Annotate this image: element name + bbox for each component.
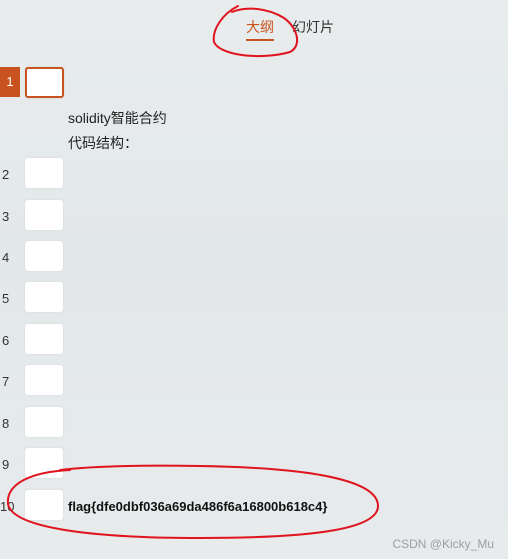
slide-thumbnail[interactable] (25, 200, 63, 230)
tab-outline[interactable]: 大纲 (246, 17, 274, 41)
slide-thumbnail[interactable] (25, 67, 64, 98)
slide-number: 4 (2, 250, 10, 265)
slide-number: 6 (2, 333, 10, 348)
slide-number: 10 (0, 499, 15, 514)
slide-number: 5 (2, 291, 10, 306)
watermark: CSDN @Kicky_Mu (392, 537, 494, 551)
outline-line: 代码结构： (68, 135, 138, 151)
slide-number: 9 (2, 457, 10, 472)
slide-thumbnail[interactable] (25, 407, 63, 437)
tab-slides[interactable]: 幻灯片 (292, 17, 334, 37)
slide-number: 7 (2, 374, 10, 389)
slide-thumbnail[interactable] (25, 324, 63, 354)
outline-line: solidity智能合约 (68, 110, 167, 126)
slide-number: 3 (2, 209, 10, 224)
slide-thumbnail[interactable] (25, 490, 63, 520)
slide-number: 2 (2, 167, 10, 182)
slide-thumbnail[interactable] (25, 158, 63, 188)
view-tabs: 大纲 幻灯片 (0, 14, 508, 44)
flag-text: flag{dfe0dbf036a69da486f6a16800b618c4} (68, 499, 328, 514)
tab-outline-label: 大纲 (246, 19, 274, 35)
active-tab-underline (246, 39, 274, 41)
slide-thumbnail[interactable] (25, 282, 63, 312)
slide-number: 1 (0, 67, 20, 97)
slide-number: 8 (2, 416, 10, 431)
slide-thumbnail[interactable] (25, 448, 63, 478)
slide-thumbnail[interactable] (25, 365, 63, 395)
slide-thumbnail[interactable] (25, 241, 63, 271)
tab-slides-label: 幻灯片 (292, 19, 334, 35)
red-annotation-circles (6, 5, 380, 540)
